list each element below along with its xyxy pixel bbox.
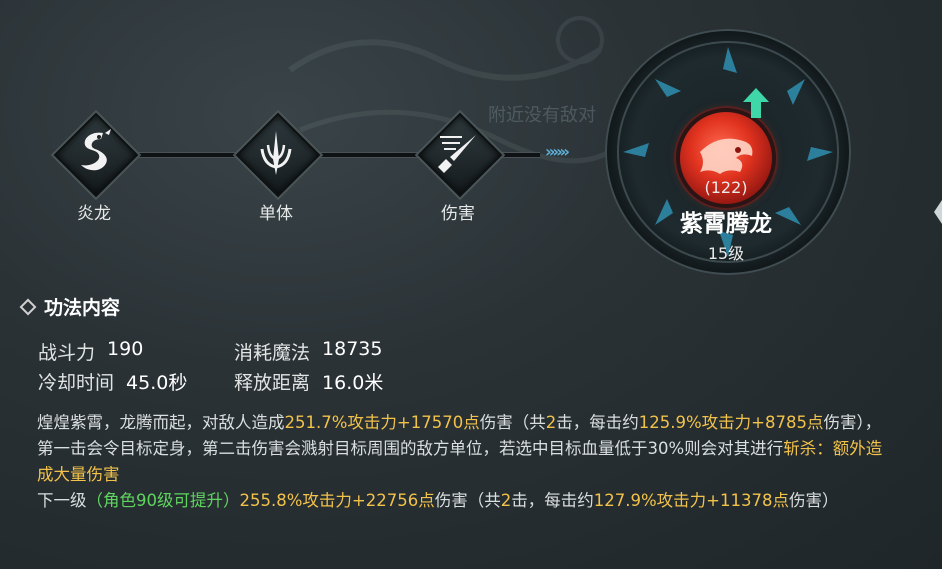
- range-label: 释放距离: [234, 372, 311, 394]
- section-title-text: 功法内容: [44, 297, 121, 319]
- desc-highlight: 251.7%攻击力+17570点: [284, 413, 480, 432]
- desc-highlight: 2: [545, 413, 557, 432]
- desc-highlight: 125.9%攻击力+8785点: [638, 413, 824, 432]
- desc-text: 煌煌紫霄，龙腾而起，对敌人造成: [37, 413, 285, 432]
- flow-node-target[interactable]: 单体: [228, 105, 324, 224]
- flow-node-element[interactable]: 炎龙: [46, 105, 142, 224]
- skill-description: 煌煌紫霄，龙腾而起，对敌人造成251.7%攻击力+17570点伤害（共2击，每击…: [37, 410, 897, 514]
- mana-cost-value: 18735: [322, 338, 383, 360]
- stats-block: 战斗力 190 消耗魔法 18735 冷却时间 45.0秒 释放距离 16.0米: [38, 338, 383, 398]
- mana-cost-label: 消耗魔法: [234, 342, 311, 364]
- cooldown-label: 冷却时间: [38, 372, 115, 394]
- cooldown-value: 45.0秒: [126, 372, 188, 394]
- combat-power-value: 190: [107, 338, 144, 360]
- desc-text: 伤害（共: [479, 413, 546, 432]
- desc-text: 击，每击约: [511, 491, 594, 510]
- dragon-icon: [46, 105, 142, 201]
- unlock-condition: （角色90级可提升）: [86, 491, 240, 510]
- desc-text: 击，每击约: [556, 413, 639, 432]
- sword-damage-icon: [410, 105, 506, 201]
- skill-level: 15级: [707, 244, 745, 263]
- panel-expand-icon[interactable]: [934, 200, 942, 224]
- flow-arrow-icon: »»»: [545, 142, 570, 161]
- section-title: 功法内容: [19, 293, 121, 320]
- desc-text: 伤害（共: [434, 491, 501, 510]
- skill-name: 紫霄腾龙: [680, 211, 772, 237]
- range-value: 16.0米: [322, 372, 384, 394]
- combat-power-label: 战斗力: [38, 342, 96, 364]
- flow-node-effect[interactable]: 伤害: [410, 105, 506, 224]
- flow-node-label: 单体: [259, 204, 293, 224]
- up-arrow-icon: [743, 88, 769, 122]
- desc-highlight: 2: [500, 491, 512, 510]
- next-level-label: 下一级: [37, 491, 87, 510]
- skill-count: (122): [704, 178, 748, 197]
- flow-node-label: 炎龙: [77, 204, 111, 224]
- desc-highlight: 255.8%攻击力+22756点: [239, 491, 435, 510]
- flow-node-label: 伤害: [441, 204, 475, 224]
- desc-text: 伤害）: [788, 491, 839, 510]
- single-target-icon: [228, 105, 324, 201]
- diamond-bullet-icon: [19, 298, 37, 315]
- desc-highlight: 127.9%攻击力+11378点: [593, 491, 789, 510]
